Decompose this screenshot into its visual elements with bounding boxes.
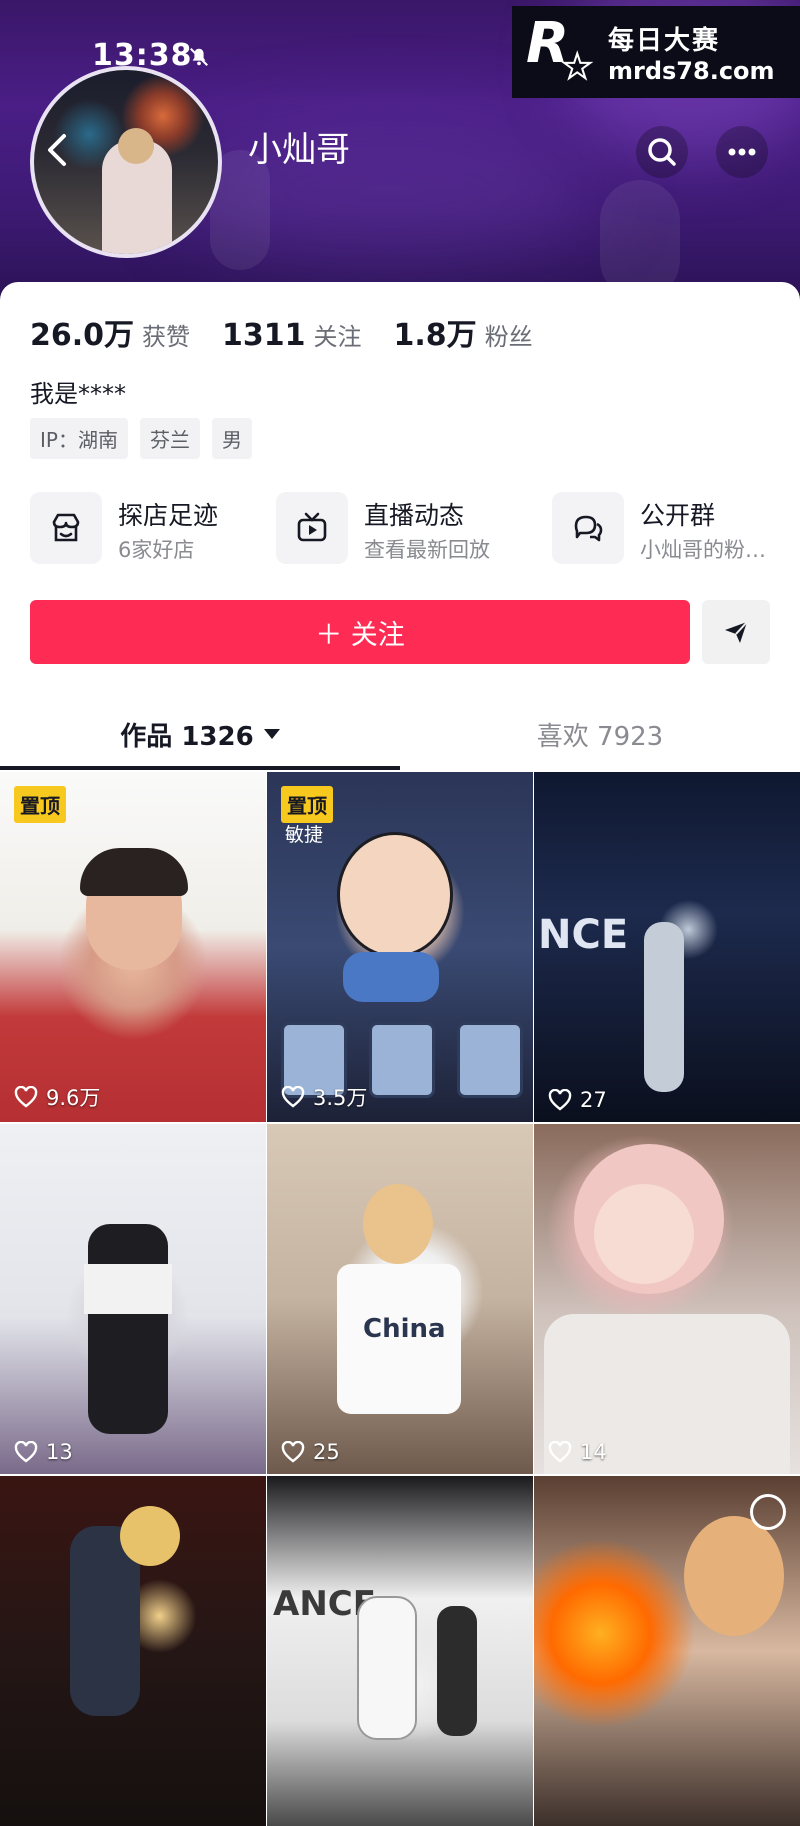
video-thumbnail[interactable]: ANCE [267, 1476, 533, 1826]
more-button[interactable] [716, 126, 768, 178]
feature-subtitle: 6家好店 [118, 538, 195, 562]
like-count: 25 [281, 1440, 340, 1464]
avatar-head [118, 128, 154, 164]
active-tab-indicator [0, 766, 400, 770]
tab-likes[interactable]: 喜欢 7923 [400, 702, 800, 766]
live-target-icon [750, 1494, 786, 1530]
like-count-value: 13 [46, 1440, 73, 1464]
tab-likes-label: 喜欢 7923 [536, 721, 664, 752]
thumbnail-hair [120, 1506, 180, 1566]
thumbnail-figure [88, 1224, 168, 1434]
send-icon [725, 621, 748, 643]
video-thumbnail[interactable]: 14 [534, 1124, 800, 1474]
video-thumbnail[interactable]: 13 [0, 1124, 266, 1474]
heart-icon [548, 1089, 572, 1111]
feature-live-updates[interactable]: 直播动态 查看最新回放 [276, 492, 516, 566]
video-thumbnail[interactable]: China 25 [267, 1124, 533, 1474]
video-thumbnail[interactable]: 置顶 敏捷 3.5万 [267, 772, 533, 1122]
like-count: 13 [14, 1440, 73, 1464]
thumbnail-caption: 敏捷 [285, 824, 324, 846]
profile-tags: IP：湖南 芬兰 男 [30, 418, 264, 459]
heart-icon [548, 1441, 572, 1463]
search-icon [648, 138, 676, 166]
chevron-left-icon [48, 134, 66, 166]
profile-stats: 26.0万 获赞 1311 关注 1.8万 粉丝 [30, 310, 565, 354]
sticker-bear [369, 1022, 435, 1098]
watermark-logo: R ★ [524, 11, 602, 91]
content-tabs: 作品 1326 喜欢 7923 [0, 702, 800, 768]
feature-subtitle: 查看最新回放 [364, 538, 490, 562]
store-icon [30, 492, 102, 564]
watermark: R ★ 每日大赛 mrds78.com [512, 6, 800, 98]
like-count: 9.6万 [14, 1082, 100, 1112]
likes-label: 获赞 [142, 323, 191, 351]
caret-down-icon [263, 729, 280, 739]
like-count: 27 [548, 1088, 607, 1112]
thumbnail-figure [644, 922, 684, 1092]
followers-label[interactable]: 粉丝 [485, 317, 533, 352]
like-count-value: 25 [313, 1440, 340, 1464]
likes-count: 26.0万 [30, 318, 135, 353]
pinned-badge: 置顶 [281, 786, 333, 823]
tab-works-label: 作品 1326 [120, 721, 254, 752]
feature-title: 公开群 [640, 501, 716, 530]
video-thumbnail[interactable]: NCE 27 [534, 772, 800, 1122]
thumbnail-text: NCE [538, 912, 629, 958]
profile-card: 26.0万 获赞 1311 关注 1.8万 粉丝 我是**** IP：湖南 芬兰… [0, 282, 800, 1826]
back-button[interactable] [44, 132, 76, 172]
feature-subtitle: 小灿哥的粉… [640, 538, 766, 562]
feature-title: 探店足迹 [118, 501, 219, 530]
tv-icon [276, 492, 348, 564]
heart-icon [281, 1086, 305, 1108]
chat-icon [552, 492, 624, 564]
feature-store-visits[interactable]: 探店足迹 6家好店 [30, 492, 260, 566]
feature-title: 直播动态 [364, 501, 465, 530]
more-dots-icon [728, 148, 756, 156]
like-count-value: 3.5万 [313, 1086, 368, 1110]
watermark-url: mrds78.com [608, 56, 775, 85]
profile-bio: 我是**** [30, 380, 126, 408]
heart-icon [281, 1441, 305, 1463]
feature-row: 探店足迹 6家好店 直播动态 查看最新回放 公开群 小灿哥的粉… [30, 492, 800, 566]
heart-icon [14, 1086, 38, 1108]
tag-gender: 男 [211, 418, 252, 459]
like-count-value: 9.6万 [46, 1086, 101, 1110]
thumbnail-face [363, 1184, 433, 1264]
star-icon: ★ [561, 46, 594, 88]
thumbnail-figure [437, 1606, 477, 1736]
thumbnail-face [684, 1516, 784, 1636]
thumbnail-cartoon-body [343, 952, 439, 1002]
thumbnail-figure [357, 1596, 417, 1740]
thumbnail-text: China [363, 1314, 446, 1344]
sticker-basketball [457, 1022, 523, 1098]
video-thumbnail[interactable]: 置顶 9.6万 [0, 772, 266, 1122]
video-thumbnail[interactable] [0, 1476, 266, 1826]
thumbnail-cartoon [337, 832, 453, 958]
following-label[interactable]: 关注 [314, 317, 362, 352]
like-count-value: 14 [580, 1440, 607, 1464]
mute-bell-icon [190, 48, 208, 66]
pinned-badge: 置顶 [14, 786, 66, 823]
like-count: 14 [548, 1440, 607, 1464]
followers-count[interactable]: 1.8万 [394, 310, 477, 354]
thumbnail-shirt [84, 1264, 172, 1314]
follow-button[interactable]: ＋ 关注 [30, 600, 690, 664]
like-count: 3.5万 [281, 1082, 367, 1112]
tag-ip: IP：湖南 [30, 418, 128, 459]
send-message-button[interactable] [702, 600, 770, 664]
thumbnail-hair [80, 848, 188, 896]
profile-header: 13:38 小灿哥 R ★ 每日大赛 mrds78.com [0, 0, 800, 300]
thumbnail-face [594, 1184, 694, 1284]
video-thumbnail[interactable] [534, 1476, 800, 1826]
watermark-title: 每日大赛 [608, 25, 721, 56]
like-count-value: 27 [580, 1088, 607, 1112]
tab-works[interactable]: 作品 1326 [0, 702, 400, 766]
following-count[interactable]: 1311 [222, 318, 306, 353]
search-button[interactable] [636, 126, 688, 178]
tag-region: 芬兰 [139, 418, 200, 459]
heart-icon [14, 1441, 38, 1463]
feature-public-group[interactable]: 公开群 小灿哥的粉… [552, 492, 800, 566]
profile-name: 小灿哥 [248, 130, 350, 170]
